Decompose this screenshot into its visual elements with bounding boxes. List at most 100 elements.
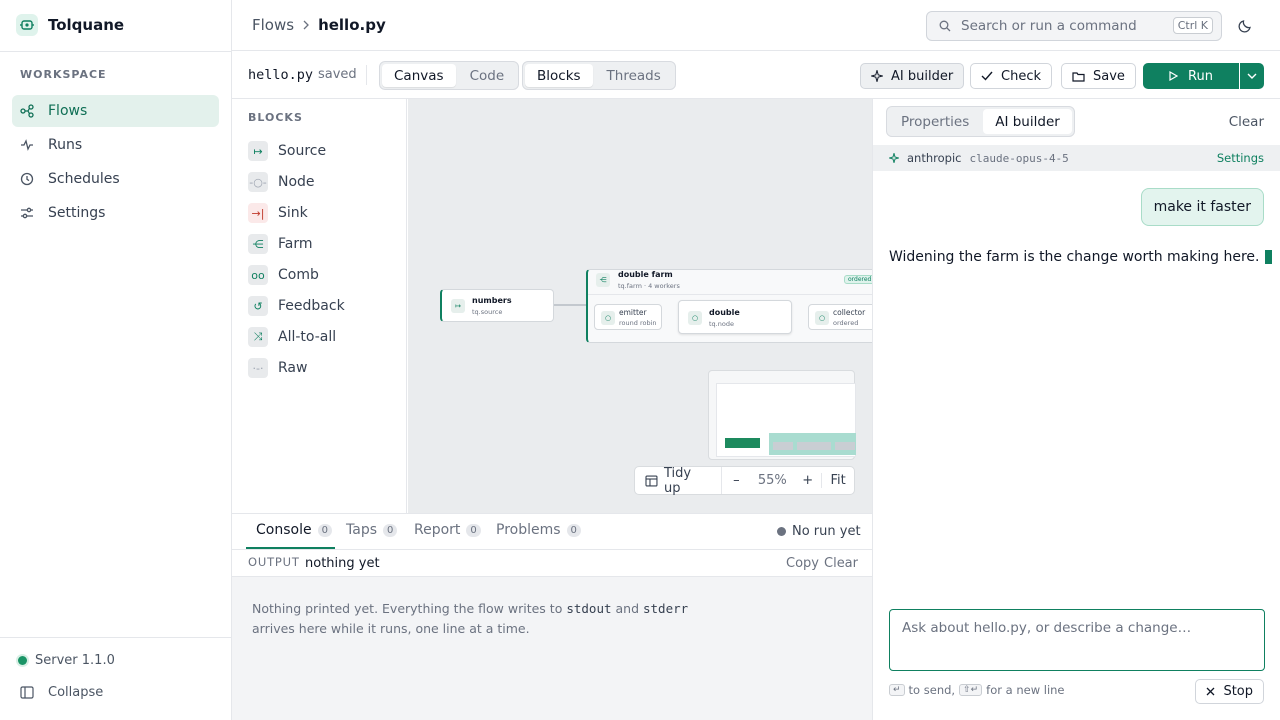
- block-comb[interactable]: oo Comb: [248, 265, 319, 285]
- block-raw[interactable]: ·-· Raw: [248, 358, 307, 378]
- node-title: collector: [833, 308, 866, 317]
- check-button[interactable]: Check: [970, 63, 1052, 89]
- tab-label: Report: [414, 522, 461, 538]
- model-settings-link[interactable]: Settings: [1217, 151, 1264, 165]
- sidebar-item-settings[interactable]: Settings: [12, 197, 219, 229]
- console-output: Nothing printed yet. Everything the flow…: [232, 577, 872, 720]
- minimap-worker: [797, 442, 831, 450]
- minimap[interactable]: [708, 370, 856, 460]
- breadcrumb: Flows hello.py: [252, 16, 386, 34]
- status-dot-icon: [777, 527, 786, 536]
- block-source[interactable]: ↦ Source: [248, 141, 326, 161]
- count-badge: 0: [466, 523, 481, 537]
- source-node[interactable]: ↦ numbers tq.source: [440, 289, 554, 322]
- count-badge: 0: [317, 523, 332, 537]
- sidebar-item-label: Flows: [48, 103, 88, 119]
- fit-button[interactable]: Fit: [822, 473, 854, 488]
- editor-toolbar: hello.py saved Canvas Code Blocks Thread…: [232, 51, 1280, 99]
- emitter-node[interactable]: ○ emitter round robin: [594, 304, 662, 330]
- farm-icon: ⋲: [596, 273, 610, 287]
- server-version: Server 1.1.0: [35, 653, 115, 668]
- collapse-button[interactable]: Collapse: [20, 685, 103, 700]
- zoom-out-button[interactable]: –: [722, 473, 750, 488]
- zoom-in-button[interactable]: +: [794, 473, 823, 488]
- block-label: Node: [278, 174, 315, 190]
- console-panel: Console 0 Taps 0 Report 0 Problems 0 No run …: [232, 513, 872, 720]
- divider: [588, 294, 872, 295]
- tab-blocks[interactable]: Blocks: [525, 64, 593, 87]
- chat-placeholder: Ask about hello.py, or describe a change…: [902, 620, 1192, 636]
- node-subtitle: ordered: [833, 319, 859, 327]
- stop-button[interactable]: Stop: [1195, 679, 1264, 704]
- block-feedback[interactable]: ↺ Feedback: [248, 296, 345, 316]
- tab-taps[interactable]: Taps 0: [346, 522, 398, 538]
- tab-report[interactable]: Report 0: [414, 522, 481, 538]
- play-icon: [1169, 71, 1179, 81]
- collapse-label: Collapse: [48, 685, 104, 700]
- run-options-button[interactable]: [1240, 63, 1264, 89]
- run-button[interactable]: Run: [1143, 63, 1239, 89]
- tab-problems[interactable]: Problems 0: [496, 522, 581, 538]
- output-label: OUTPUT: [248, 555, 300, 569]
- and-text: and: [615, 601, 640, 616]
- sidebar: Tolquane WORKSPACE Flows Runs Schedules …: [0, 0, 232, 720]
- tidy-up-button[interactable]: Tidy up: [635, 466, 723, 496]
- clear-output-button[interactable]: Clear: [824, 556, 858, 571]
- feedback-icon: ↺: [248, 296, 268, 316]
- stdout-code: stdout: [566, 601, 612, 616]
- node-title: numbers: [472, 296, 512, 305]
- chat-input[interactable]: Ask about hello.py, or describe a change…: [889, 609, 1265, 671]
- sliders-icon: [20, 206, 34, 220]
- sidebar-item-schedules[interactable]: Schedules: [12, 163, 219, 195]
- block-label: Comb: [278, 267, 319, 283]
- empty-text: Nothing printed yet. Everything the flow…: [252, 601, 563, 616]
- worker-node[interactable]: ○ double tq.node: [678, 300, 792, 334]
- ai-builder-label: AI builder: [891, 68, 954, 84]
- console-tabs: Console 0 Taps 0 Report 0 Problems 0 No run …: [232, 514, 872, 550]
- block-all-to-all[interactable]: ⤨ All-to-all: [248, 327, 336, 347]
- model-name: claude-opus-4-5: [969, 151, 1069, 165]
- flow-canvas[interactable]: ↦ numbers tq.source ⋲ double farm tq.far…: [408, 99, 872, 513]
- breadcrumb-root[interactable]: Flows: [252, 16, 294, 34]
- tab-ai-builder[interactable]: AI builder: [983, 109, 1072, 134]
- tab-properties[interactable]: Properties: [889, 109, 981, 134]
- sidebar-item-runs[interactable]: Runs: [12, 129, 219, 161]
- breadcrumb-current: hello.py: [318, 16, 386, 34]
- theme-toggle[interactable]: [1238, 18, 1253, 37]
- folder-icon: [1072, 71, 1085, 82]
- palette-title: BLOCKS: [248, 111, 303, 124]
- node-icon: -○-: [248, 172, 268, 192]
- count-badge: 0: [566, 523, 581, 537]
- node-title: double: [709, 308, 740, 317]
- clear-chat-button[interactable]: Clear: [1229, 114, 1264, 130]
- tab-threads[interactable]: Threads: [595, 64, 673, 87]
- layout-icon: [645, 474, 658, 487]
- tab-label: Console: [256, 522, 312, 538]
- save-label: Save: [1093, 68, 1125, 84]
- collector-node[interactable]: ○ collector ordered: [808, 304, 872, 330]
- divider: [366, 65, 367, 85]
- copy-button[interactable]: Copy: [786, 556, 819, 571]
- block-node[interactable]: -○- Node: [248, 172, 315, 192]
- block-sink[interactable]: →| Sink: [248, 203, 308, 223]
- search-input[interactable]: Search or run a command Ctrl K: [926, 11, 1222, 41]
- status-dot-icon: [18, 656, 27, 665]
- input-hint: ↵ to send, ⇧↵ for a new line: [889, 683, 1065, 697]
- tab-canvas[interactable]: Canvas: [382, 64, 456, 87]
- file-status: saved: [318, 67, 357, 82]
- sidebar-item-flows[interactable]: Flows: [12, 95, 219, 127]
- comb-icon: oo: [248, 265, 268, 285]
- save-button[interactable]: Save: [1061, 63, 1136, 89]
- panel-tabs: Properties AI builder: [886, 106, 1075, 137]
- brand[interactable]: Tolquane: [16, 14, 124, 36]
- all-to-all-icon: ⤨: [248, 327, 268, 347]
- workspace-label: WORKSPACE: [20, 68, 107, 81]
- mode-toggle: Blocks Threads: [522, 61, 676, 90]
- sparkle-icon: [889, 153, 899, 163]
- tab-console[interactable]: Console 0: [256, 522, 332, 538]
- block-farm[interactable]: ⋲ Farm: [248, 234, 313, 254]
- tab-code[interactable]: Code: [458, 64, 517, 87]
- search-icon: [939, 20, 951, 32]
- ai-builder-button[interactable]: AI builder: [860, 63, 965, 89]
- active-tab-indicator: [246, 547, 335, 549]
